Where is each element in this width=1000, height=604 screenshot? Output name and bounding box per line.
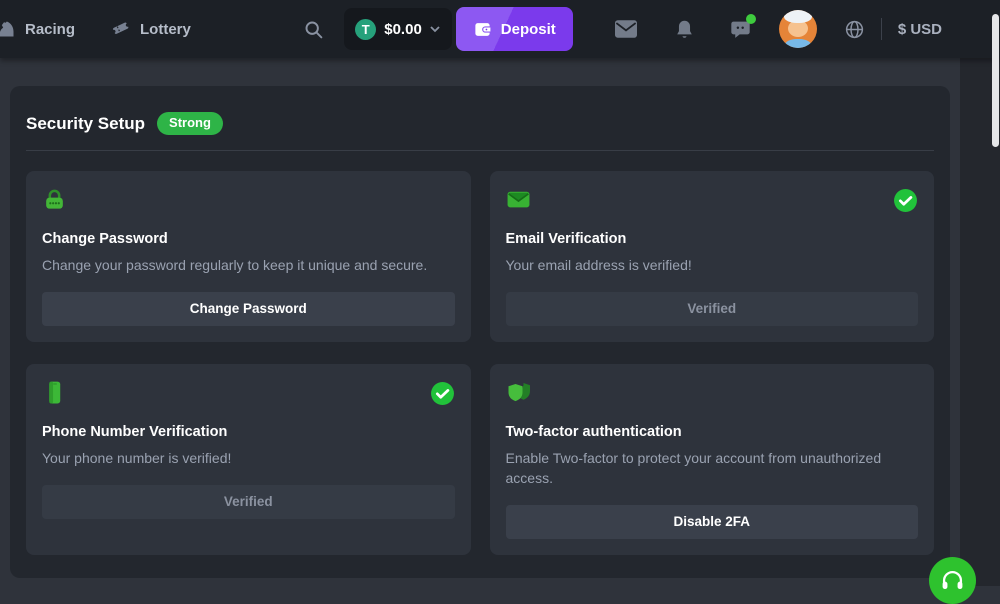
wallet-icon <box>473 20 492 39</box>
nav-item-racing[interactable]: Racing <box>0 19 75 39</box>
vertical-scrollbar[interactable] <box>992 14 999 147</box>
disable-2fa-button[interactable]: Disable 2FA <box>506 505 919 539</box>
phone-icon <box>42 380 67 405</box>
verified-check-icon <box>430 381 455 406</box>
card-change-password: Change Password Change your password reg… <box>26 171 471 342</box>
card-description: Your email address is verified! <box>506 256 919 276</box>
card-two-factor: Two-factor authentication Enable Two-fac… <box>490 364 935 555</box>
language-button[interactable] <box>844 19 865 40</box>
verified-check-icon <box>893 188 918 213</box>
ticket-icon <box>111 19 131 39</box>
horse-icon <box>0 19 16 39</box>
security-setup-panel: Security Setup Strong Change Password Ch… <box>10 86 950 578</box>
nav-item-lottery[interactable]: Lottery <box>111 19 191 39</box>
email-verified-button[interactable]: Verified <box>506 292 919 326</box>
wallet-group: T $0.00 Deposit <box>344 7 573 51</box>
phone-verified-button[interactable]: Verified <box>42 485 455 519</box>
avatar <box>779 10 817 48</box>
headset-icon <box>939 567 966 594</box>
deposit-button[interactable]: Deposit <box>456 7 573 51</box>
currency-selector[interactable]: $ USD <box>892 20 948 39</box>
card-description: Your phone number is verified! <box>42 449 455 469</box>
top-header: Racing Lottery T $0.00 Deposit <box>0 0 1000 58</box>
chat-button[interactable] <box>730 19 751 40</box>
card-description: Change your password regularly to keep i… <box>42 256 455 276</box>
card-description: Enable Two-factor to protect your accoun… <box>506 449 919 489</box>
card-title: Email Verification <box>506 231 919 247</box>
lock-icon <box>42 187 67 212</box>
profile-button[interactable] <box>779 10 817 48</box>
deposit-label: Deposit <box>501 21 556 38</box>
security-strength-badge: Strong <box>157 112 223 135</box>
nav-label-racing: Racing <box>25 21 75 38</box>
search-icon <box>303 19 324 40</box>
tether-coin-icon: T <box>355 19 376 40</box>
bell-icon <box>675 19 694 40</box>
header-divider <box>881 18 882 40</box>
support-chat-button[interactable] <box>929 557 976 604</box>
page-title: Security Setup <box>26 114 145 134</box>
wallet-balance: $0.00 <box>384 21 422 38</box>
chat-unread-dot <box>746 14 756 24</box>
security-cards-grid: Change Password Change your password reg… <box>26 171 934 555</box>
card-phone-verification: Phone Number Verification Your phone num… <box>26 364 471 555</box>
wallet-balance-dropdown[interactable]: T $0.00 <box>344 8 452 50</box>
change-password-button[interactable]: Change Password <box>42 292 455 326</box>
card-title: Change Password <box>42 231 455 247</box>
chevron-down-icon <box>430 26 440 33</box>
shield-icon <box>506 380 532 405</box>
card-title: Phone Number Verification <box>42 424 455 440</box>
card-title: Two-factor authentication <box>506 424 919 440</box>
search-button[interactable] <box>303 19 324 40</box>
panel-divider <box>26 150 934 151</box>
mail-button[interactable] <box>615 20 637 38</box>
main-nav: Racing Lottery <box>0 19 191 39</box>
notifications-button[interactable] <box>675 19 694 40</box>
nav-label-lottery: Lottery <box>140 21 191 38</box>
globe-icon <box>844 19 865 40</box>
envelope-icon <box>506 187 531 212</box>
mail-icon <box>615 20 637 38</box>
panel-header: Security Setup Strong <box>26 112 934 135</box>
card-email-verification: Email Verification Your email address is… <box>490 171 935 342</box>
